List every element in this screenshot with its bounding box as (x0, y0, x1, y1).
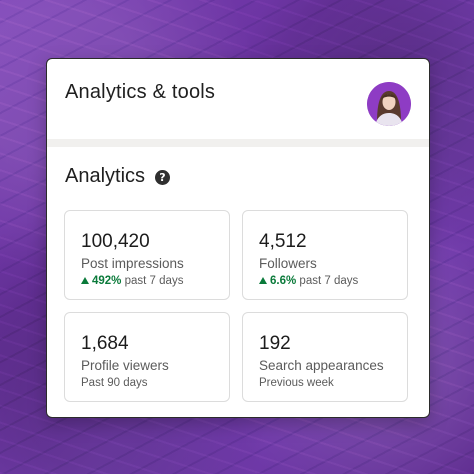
tile-label: Search appearances (259, 358, 384, 373)
tile-period: past 7 days (299, 275, 359, 287)
followers-tile[interactable]: 4,512 Followers 6.6% past 7 days (242, 210, 408, 300)
tile-value: 192 (259, 333, 291, 354)
tile-value: 1,684 (81, 333, 129, 354)
analytics-card: Analytics & tools Analytics ? 100,420 Po… (46, 58, 430, 418)
tile-period: Previous week (259, 377, 334, 389)
trend-up-icon (259, 277, 267, 284)
search-appearances-tile[interactable]: 192 Search appearances Previous week (242, 312, 408, 402)
profile-photo-icon (367, 82, 411, 126)
trend-percent: 492% (92, 275, 122, 287)
tile-label: Profile viewers (81, 358, 169, 373)
post-impressions-tile[interactable]: 100,420 Post impressions 492% past 7 day… (64, 210, 230, 300)
trend-percent: 6.6% (270, 275, 297, 287)
tile-value: 100,420 (81, 231, 150, 252)
tile-label: Followers (259, 256, 317, 271)
card-header: Analytics & tools (47, 59, 429, 139)
section-divider (47, 139, 429, 147)
tile-period: past 7 days (124, 275, 184, 287)
question-circle-icon[interactable]: ? (155, 170, 170, 185)
tile-trend: 6.6% past 7 days (259, 275, 358, 287)
trend-up-icon (81, 277, 89, 284)
avatar[interactable] (367, 82, 411, 126)
page-title: Analytics & tools (65, 81, 216, 103)
tile-value: 4,512 (259, 231, 307, 252)
tile-period: Past 90 days (81, 377, 148, 389)
tile-label: Post impressions (81, 256, 184, 271)
profile-viewers-tile[interactable]: 1,684 Profile viewers Past 90 days (64, 312, 230, 402)
section-title: Analytics (65, 165, 146, 187)
tile-trend: 492% past 7 days (81, 275, 183, 287)
